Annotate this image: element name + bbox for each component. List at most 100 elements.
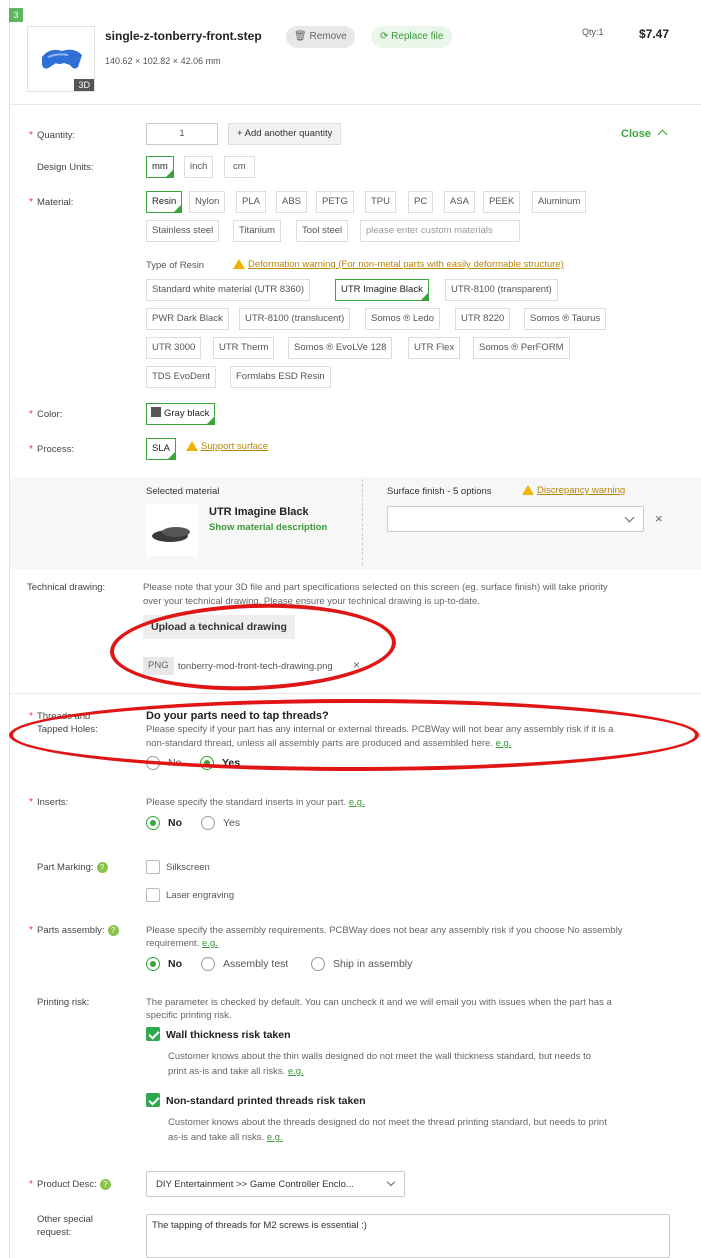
- inserts-eg-link[interactable]: e.g.: [349, 797, 365, 808]
- add-quantity-button[interactable]: + Add another quantity: [228, 123, 342, 145]
- resin-option[interactable]: UTR Therm: [213, 337, 275, 359]
- special-request-textarea[interactable]: The tapping of threads for M2 screws is …: [146, 1214, 670, 1258]
- thread-risk-eg-link[interactable]: e.g.: [267, 1132, 283, 1143]
- required-asterisk: *: [29, 925, 33, 936]
- resin-option[interactable]: PWR Dark Black: [146, 308, 229, 330]
- resin-option[interactable]: Standard white material (UTR 8360): [146, 279, 311, 301]
- material-aluminum[interactable]: Aluminum: [532, 191, 587, 213]
- assembly-test-radio[interactable]: [201, 957, 215, 971]
- part-thumbnail[interactable]: 3D: [27, 26, 95, 92]
- resin-option[interactable]: UTR-8100 (translucent): [239, 308, 351, 330]
- drawing-file-name: tonberry-mod-front-tech-drawing.png: [178, 661, 333, 672]
- resin-option[interactable]: Somos ® EvoLVe 128: [288, 337, 393, 359]
- process-sla[interactable]: SLA: [146, 438, 176, 460]
- threads-no-radio[interactable]: [146, 756, 160, 770]
- resin-option[interactable]: UTR 3000: [146, 337, 202, 359]
- ship-in-assembly-radio[interactable]: [311, 957, 325, 971]
- material-stainless-steel[interactable]: Stainless steel: [146, 220, 220, 242]
- part-marking-text: Part Marking:: [37, 862, 94, 874]
- wall-thickness-checkbox[interactable]: [146, 1027, 160, 1041]
- wall-desc-2-text: print as-is and take all risks.: [168, 1066, 286, 1077]
- assembly-desc-2-text: requirement.: [146, 938, 200, 949]
- part-card-frame: [9, 0, 701, 1258]
- unit-mm[interactable]: mm: [146, 156, 174, 178]
- replace-file-button[interactable]: ⟳ Replace file: [371, 26, 453, 48]
- selected-material-title: Selected material: [146, 486, 220, 497]
- remove-file-icon[interactable]: ×: [353, 658, 360, 672]
- help-icon[interactable]: ?: [99, 1179, 111, 1190]
- support-surface[interactable]: Support surface: [186, 441, 268, 452]
- remove-button[interactable]: 🗑 Remove: [286, 26, 355, 48]
- discrepancy-warning[interactable]: Discrepancy warning: [522, 485, 625, 496]
- inserts-no-radio[interactable]: [146, 816, 160, 830]
- assembly-no-label: No: [168, 958, 182, 970]
- required-asterisk: *: [29, 409, 33, 420]
- quantity-summary: Qty:1: [582, 27, 604, 37]
- clear-finish-icon[interactable]: ×: [655, 511, 663, 526]
- product-desc-select[interactable]: DIY Entertainment >> Game Controller Enc…: [146, 1171, 405, 1197]
- material-tool-steel[interactable]: Tool steel: [296, 220, 349, 242]
- threads-eg-link[interactable]: e.g.: [496, 738, 512, 749]
- material-asa[interactable]: ASA: [444, 191, 476, 213]
- material-resin[interactable]: Resin: [146, 191, 183, 213]
- material-pc[interactable]: PC: [408, 191, 434, 213]
- resin-option[interactable]: UTR Flex: [408, 337, 461, 359]
- threads-yes-radio[interactable]: [200, 756, 214, 770]
- required-asterisk: *: [29, 197, 33, 208]
- material-sample-icon: [152, 527, 190, 542]
- risk-desc-2: specific printing risk.: [146, 1010, 232, 1021]
- resin-option[interactable]: Somos ® Taurus: [524, 308, 607, 330]
- resin-option[interactable]: UTR 8220: [455, 308, 511, 330]
- material-titanium[interactable]: Titanium: [233, 220, 282, 242]
- wall-eg-link[interactable]: e.g.: [288, 1066, 304, 1077]
- material-abs[interactable]: ABS: [276, 191, 308, 213]
- material-peek[interactable]: PEEK: [483, 191, 521, 213]
- parts-assembly-label: Parts assembly:?: [37, 925, 119, 936]
- inserts-yes-radio[interactable]: [201, 816, 215, 830]
- close-toggle[interactable]: Close: [621, 128, 668, 140]
- material-image: [146, 504, 198, 556]
- laser-engraving-label: Laser engraving: [166, 890, 235, 901]
- quantity-input[interactable]: 1: [146, 123, 218, 145]
- material-tpu[interactable]: TPU: [365, 191, 396, 213]
- resin-option[interactable]: Formlabs ESD Resin: [230, 366, 331, 388]
- threads-question: Do your parts need to tap threads?: [146, 710, 329, 722]
- unit-inch[interactable]: inch: [184, 156, 214, 178]
- color-option-selected[interactable]: Gray black: [146, 403, 216, 425]
- custom-material-input[interactable]: please enter custom materials: [360, 220, 520, 242]
- chevron-up-icon: [657, 129, 668, 140]
- help-icon[interactable]: ?: [96, 862, 108, 873]
- deformation-warning[interactable]: Deformation warning (For non-metal parts…: [233, 259, 564, 270]
- resin-option[interactable]: TDS EvoDent: [146, 366, 217, 388]
- special-request-label-2: request:: [37, 1227, 72, 1238]
- threads-label-1: Threads and: [37, 711, 91, 722]
- inserts-label: Inserts:: [37, 797, 69, 808]
- required-asterisk: *: [29, 797, 33, 808]
- material-pla[interactable]: PLA: [236, 191, 266, 213]
- threads-desc-2: non-standard thread, unless all assembly…: [146, 738, 511, 749]
- assembly-eg-link[interactable]: e.g.: [202, 938, 218, 949]
- laser-engraving-checkbox[interactable]: [146, 888, 160, 902]
- resin-option-selected[interactable]: UTR Imagine Black: [335, 279, 429, 301]
- threads-risk-checkbox[interactable]: [146, 1093, 160, 1107]
- silkscreen-checkbox[interactable]: [146, 860, 160, 874]
- color-label: Color:: [37, 409, 63, 420]
- inserts-yes-label: Yes: [223, 817, 241, 829]
- assembly-no-radio[interactable]: [146, 957, 160, 971]
- deformation-warning-link: Deformation warning (For non-metal parts…: [248, 259, 564, 270]
- resin-option[interactable]: UTR-8100 (transparent): [445, 279, 558, 301]
- material-petg[interactable]: PETG: [316, 191, 354, 213]
- unit-cm[interactable]: cm: [224, 156, 255, 178]
- material-nylon[interactable]: Nylon: [189, 191, 226, 213]
- help-icon[interactable]: ?: [107, 925, 119, 936]
- quantity-label: Quantity:: [37, 130, 76, 141]
- resin-option[interactable]: Somos ® Ledo: [365, 308, 440, 330]
- divider: [10, 693, 701, 694]
- threads-no-label: No: [168, 757, 182, 769]
- upload-drawing-button[interactable]: Upload a technical drawing: [143, 615, 295, 639]
- product-desc-text: Product Desc:: [37, 1179, 97, 1191]
- assembly-desc-1: Please specify the assembly requirements…: [146, 925, 623, 936]
- surface-finish-select[interactable]: [387, 506, 644, 532]
- resin-option[interactable]: Somos ® PerFORM: [473, 337, 570, 359]
- show-description-link[interactable]: Show material description: [209, 522, 327, 533]
